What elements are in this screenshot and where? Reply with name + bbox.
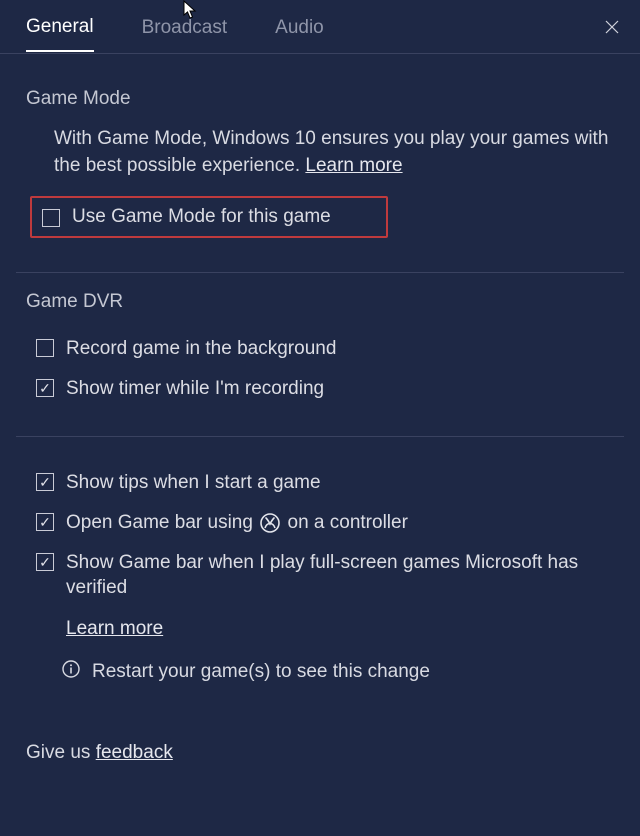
use-game-mode-row[interactable]: Use Game Mode for this game — [30, 196, 388, 238]
section-game-dvr: Game DVR Record game in the background S… — [16, 291, 624, 428]
feedback-link[interactable]: feedback — [96, 742, 173, 763]
restart-note-text: Restart your game(s) to see this change — [92, 661, 430, 683]
show-timer-row[interactable]: Show timer while I'm recording — [26, 369, 614, 409]
tab-bar: General Broadcast Audio — [0, 0, 640, 54]
show-tips-label: Show tips when I start a game — [66, 470, 321, 496]
show-fullscreen-checkbox[interactable] — [36, 553, 54, 571]
record-background-label: Record game in the background — [66, 336, 336, 362]
section-misc: Show tips when I start a game Open Game … — [16, 455, 624, 714]
section-game-mode: Game Mode With Game Mode, Windows 10 ens… — [16, 78, 624, 264]
show-fullscreen-label: Show Game bar when I play full-screen ga… — [66, 550, 614, 601]
open-gamebar-label: Open Game bar using on a controller — [66, 510, 408, 536]
use-game-mode-checkbox[interactable] — [42, 209, 60, 227]
record-background-row[interactable]: Record game in the background — [26, 329, 614, 369]
use-game-mode-label: Use Game Mode for this game — [72, 206, 331, 228]
tab-broadcast[interactable]: Broadcast — [142, 3, 228, 51]
divider — [16, 436, 624, 437]
info-icon — [62, 660, 80, 684]
xbox-icon — [260, 513, 280, 533]
show-timer-label: Show timer while I'm recording — [66, 376, 324, 402]
show-timer-checkbox[interactable] — [36, 379, 54, 397]
show-tips-row[interactable]: Show tips when I start a game — [26, 463, 614, 503]
game-mode-title: Game Mode — [26, 88, 614, 110]
restart-note-row: Restart your game(s) to see this change — [26, 650, 614, 694]
game-mode-learn-more-link[interactable]: Learn more — [305, 155, 402, 176]
open-gamebar-row[interactable]: Open Game bar using on a controller — [26, 503, 614, 543]
feedback-prefix: Give us — [26, 742, 96, 763]
misc-learn-more-link[interactable]: Learn more — [66, 618, 163, 639]
show-fullscreen-row[interactable]: Show Game bar when I play full-screen ga… — [26, 543, 614, 608]
game-dvr-title: Game DVR — [26, 291, 614, 313]
close-icon — [605, 20, 619, 34]
content-area: Game Mode With Game Mode, Windows 10 ens… — [0, 54, 640, 764]
close-button[interactable] — [600, 15, 624, 39]
open-gamebar-after: on a controller — [288, 512, 408, 533]
record-background-checkbox[interactable] — [36, 339, 54, 357]
tab-audio[interactable]: Audio — [275, 3, 324, 51]
misc-learn-more-row: Learn more — [26, 608, 614, 650]
tab-general[interactable]: General — [26, 2, 94, 52]
open-gamebar-checkbox[interactable] — [36, 513, 54, 531]
game-mode-description: With Game Mode, Windows 10 ensures you p… — [26, 126, 614, 180]
feedback-row: Give us feedback — [16, 714, 624, 764]
open-gamebar-before: Open Game bar using — [66, 512, 253, 533]
show-tips-checkbox[interactable] — [36, 473, 54, 491]
divider — [16, 272, 624, 273]
